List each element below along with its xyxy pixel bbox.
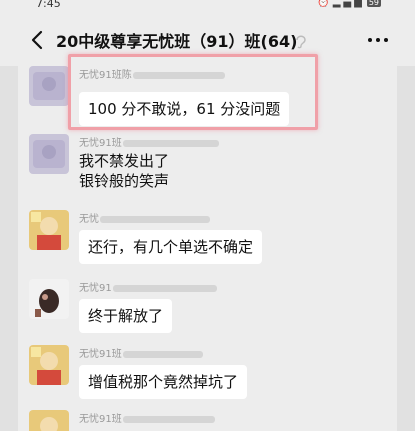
message-text: 还行，有几个单选不确定: [88, 238, 254, 256]
message-bubble[interactable]: 终于解放了: [79, 299, 173, 333]
avatar-image: [29, 279, 69, 319]
message-bubble[interactable]: 增值税那个竟然掉坑了: [79, 365, 248, 399]
message-bubble[interactable]: 100 分不敢说，61 分没问题: [79, 92, 290, 126]
status-time: 7:45: [36, 0, 61, 10]
avatar[interactable]: [29, 345, 69, 385]
alarm-icon: ⏰: [317, 0, 333, 8]
avatar-image: [29, 210, 69, 250]
signal-icon: ▂▄▆: [332, 0, 365, 8]
avatar-image: [29, 345, 69, 385]
avatar[interactable]: [29, 66, 69, 106]
message-text-line: 我不禁发出了: [79, 152, 170, 170]
avatar[interactable]: [29, 210, 69, 250]
sender-name: 无忧91班陈: [79, 66, 225, 81]
back-button[interactable]: [28, 28, 48, 52]
sender-name: 无忧91班: [79, 410, 215, 425]
avatar-image: [29, 410, 69, 431]
more-icon: [368, 38, 388, 42]
message-text: 增值税那个竟然掉坑了: [88, 373, 239, 391]
avatar[interactable]: [29, 134, 69, 174]
message-bubble[interactable]: 还行，有几个单选不确定: [79, 230, 263, 264]
sender-name: 无忧91班: [79, 134, 219, 149]
ear-icon: [296, 35, 306, 49]
more-options-button[interactable]: [364, 30, 392, 50]
right-margin: [397, 66, 415, 431]
chat-title: 20中级尊享无忧班（91）班(64): [56, 32, 298, 51]
avatar-image: [29, 134, 69, 174]
status-bar: 7:45 ⏰▂▄▆ 59: [0, 0, 415, 14]
sender-name: 无忧: [79, 210, 210, 225]
message-text: 100 分不敢说，61 分没问题: [88, 100, 281, 118]
sender-name: 无忧91: [79, 279, 217, 294]
chat-header: 20中级尊享无忧班（91）班(64): [0, 14, 415, 66]
message-text-line: 银铃般的笑声: [79, 172, 170, 190]
avatar[interactable]: [29, 279, 69, 319]
avatar-image: [29, 66, 69, 106]
sender-name: 无忧91班: [79, 345, 203, 360]
message-text-block[interactable]: 我不禁发出了 银铃般的笑声: [79, 151, 169, 191]
left-margin: [0, 66, 18, 431]
status-icons: ⏰▂▄▆ 59: [317, 0, 381, 8]
avatar[interactable]: [29, 410, 69, 431]
chevron-left-icon: [31, 30, 43, 50]
message-text: 终于解放了: [88, 307, 164, 325]
battery-icon: 59: [366, 0, 381, 7]
